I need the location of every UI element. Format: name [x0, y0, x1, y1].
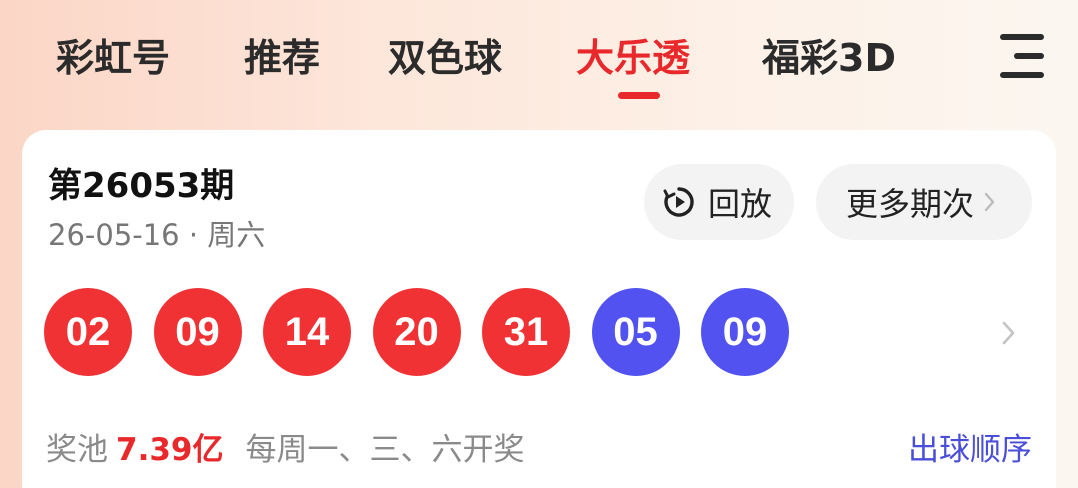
chevron-right-icon [984, 192, 995, 212]
draw-result-card: 第26053期 26-05-16 · 周六 回放 更多期次 02 09 14 20 31… [22, 130, 1056, 488]
tab-caihonghao[interactable]: 彩虹号 [56, 30, 170, 86]
red-ball: 09 [153, 288, 242, 376]
tab-daletou[interactable]: 大乐透 [576, 30, 690, 86]
tab-shuangseqiu[interactable]: 双色球 [388, 30, 502, 86]
lottery-tab-bar: 彩虹号 推荐 双色球 大乐透 福彩3D [0, 0, 1078, 120]
replay-label: 回放 [708, 185, 773, 223]
jackpot-info: 奖池 7.39亿 每周一、三、六开奖 [46, 424, 525, 469]
blue-ball: 09 [701, 288, 789, 376]
more-issues-button[interactable]: 更多期次 [816, 164, 1032, 240]
draw-order-link[interactable]: 出球顺序 [908, 424, 1032, 469]
pool-amount: 7.39亿 [116, 432, 224, 468]
replay-icon [663, 187, 694, 217]
tab-recommend[interactable]: 推荐 [244, 30, 320, 86]
red-ball: 20 [372, 288, 461, 376]
pool-label: 奖池 [46, 432, 108, 468]
more-issues-label: 更多期次 [846, 185, 975, 223]
numbers-detail-chevron-icon[interactable] [1000, 320, 1018, 346]
red-ball: 14 [263, 288, 351, 376]
tab-fucai3d[interactable]: 福彩3D [762, 30, 896, 86]
draw-schedule: 每周一、三、六开奖 [245, 432, 525, 468]
issue-number: 第26053期 [48, 166, 235, 206]
draw-date: 26-05-16 · 周六 [48, 218, 266, 252]
red-ball: 31 [482, 288, 570, 376]
active-tab-indicator [618, 92, 660, 99]
red-ball: 02 [44, 288, 132, 376]
blue-ball: 05 [591, 288, 680, 376]
menu-button[interactable] [992, 28, 1052, 84]
replay-button[interactable]: 回放 [644, 164, 794, 240]
